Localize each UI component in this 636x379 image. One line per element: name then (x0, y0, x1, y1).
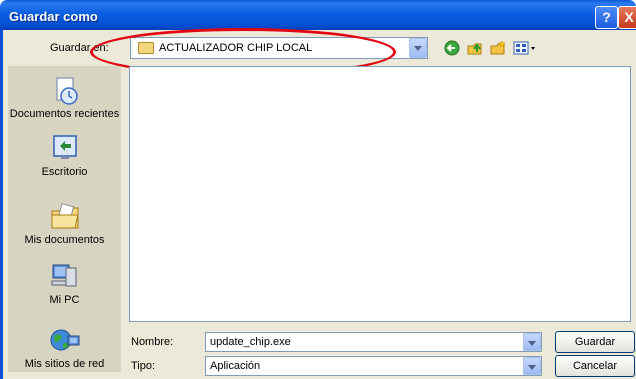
file-type-value: Aplicación (210, 360, 261, 372)
filename-label: Nombre: (131, 336, 174, 348)
help-button[interactable]: ? (595, 6, 618, 29)
new-folder-icon[interactable] (490, 40, 506, 56)
look-in-combo[interactable]: ACTUALIZADOR CHIP LOCAL (130, 37, 428, 59)
close-button[interactable]: X (618, 6, 636, 29)
place-desktop[interactable]: Escritorio (8, 134, 121, 178)
save-as-dialog: Guardar como ? X Guardar en: ACTUALIZADO… (0, 0, 636, 379)
view-menu-icon[interactable] (513, 40, 537, 56)
cancel-button[interactable]: Cancelar (555, 355, 635, 377)
back-icon[interactable] (444, 40, 460, 56)
save-button[interactable]: Guardar (555, 331, 635, 353)
places-bar: Documentos recientes Escritorio Mis docu… (8, 66, 121, 372)
place-my-computer[interactable]: Mi PC (8, 262, 121, 306)
place-label: Escritorio (41, 166, 88, 178)
recent-documents-icon (48, 76, 82, 106)
place-network-places[interactable]: Mis sitios de red (8, 326, 121, 370)
look-in-value: ACTUALIZADOR CHIP LOCAL (159, 42, 313, 54)
file-type-dropdown-button[interactable] (523, 357, 541, 375)
place-my-documents[interactable]: Mis documentos (8, 202, 121, 246)
folder-icon (138, 42, 154, 54)
place-label: Mis sitios de red (24, 358, 105, 370)
filename-dropdown-button[interactable] (523, 333, 541, 351)
look-in-dropdown-button[interactable] (409, 38, 427, 58)
network-places-icon (48, 326, 82, 356)
my-documents-icon (48, 202, 82, 232)
look-in-label: Guardar en: (50, 42, 109, 54)
type-label: Tipo: (131, 360, 156, 372)
window-title: Guardar como (9, 9, 98, 24)
my-computer-icon (48, 262, 82, 292)
place-recent-documents[interactable]: Documentos recientes (8, 76, 121, 120)
filename-field[interactable]: update_chip.exe (205, 332, 542, 352)
place-label: Mi PC (49, 294, 80, 306)
place-label: Documentos recientes (9, 108, 120, 120)
place-label: Mis documentos (24, 234, 105, 246)
filename-value: update_chip.exe (210, 336, 291, 348)
title-bar: Guardar como ? X (0, 0, 636, 30)
file-list[interactable] (129, 66, 631, 322)
desktop-icon (48, 134, 82, 164)
file-type-select[interactable]: Aplicación (205, 356, 542, 376)
up-folder-icon[interactable] (467, 40, 483, 56)
